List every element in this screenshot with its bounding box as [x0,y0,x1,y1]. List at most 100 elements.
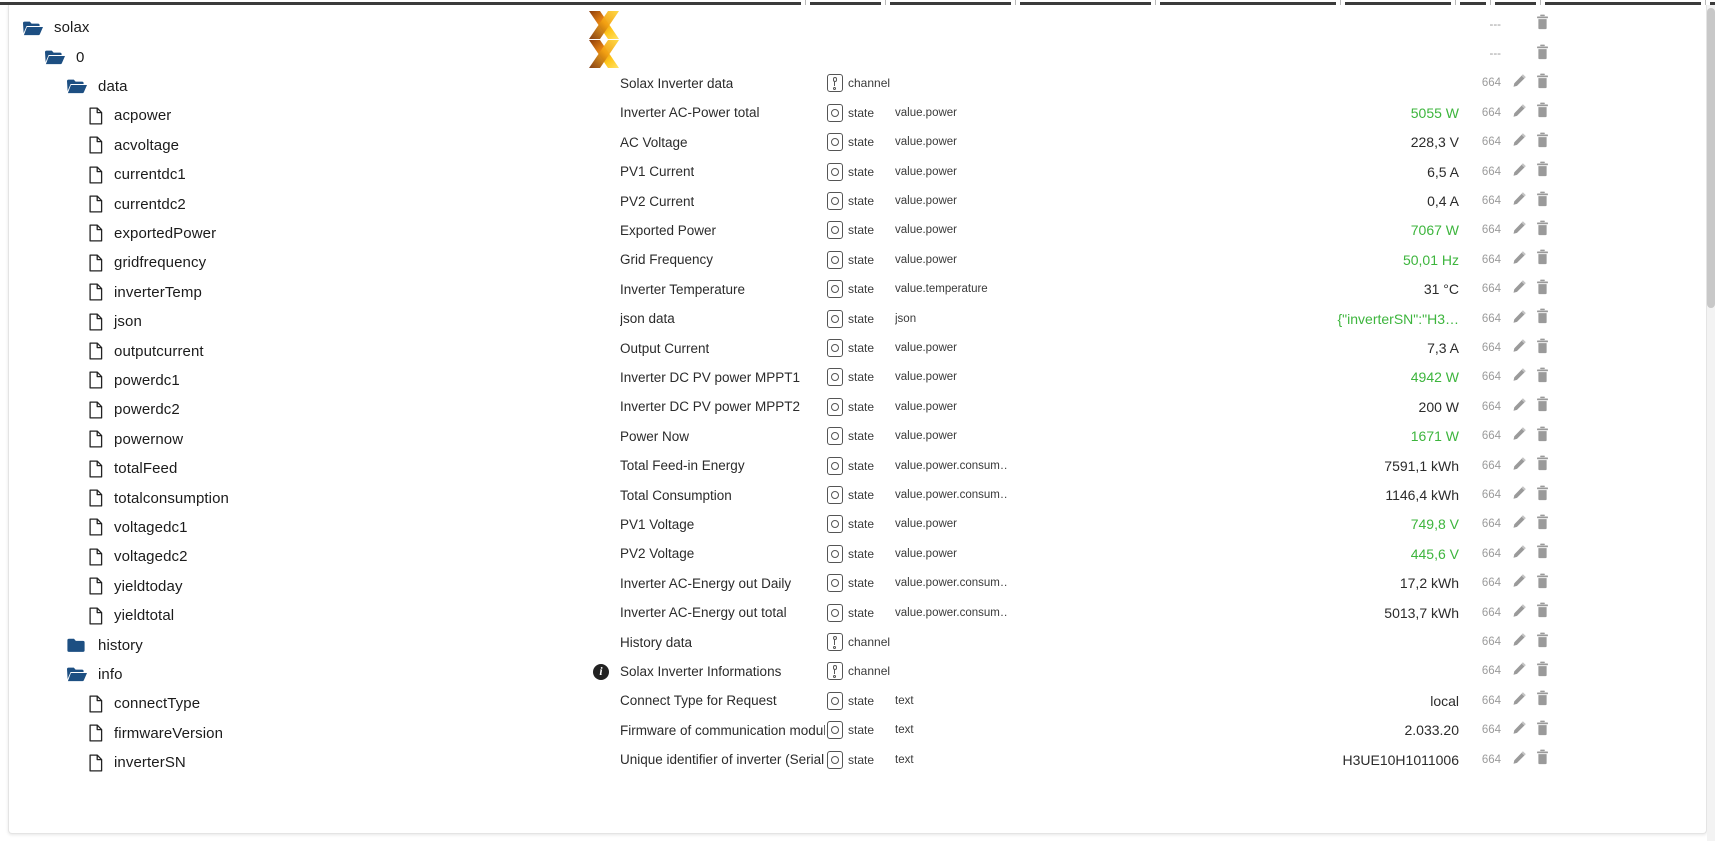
table-row[interactable]: Output Current state value.power 7,3 A 664 [9,333,1706,362]
edit-button[interactable] [1510,216,1529,245]
tree-item-totalfeed[interactable]: totalFeed [89,454,177,483]
edit-button[interactable] [1510,245,1529,274]
delete-button[interactable] [1533,98,1552,127]
table-row[interactable]: PV1 Current state value.power 6,5 A 664 [9,157,1706,186]
edit-button[interactable] [1510,69,1529,98]
tree-item-outputcurrent[interactable]: outputcurrent [89,336,204,365]
table-row[interactable]: json data state json {"inverterSN":"H3… 664 [9,304,1706,333]
tree-item-history[interactable]: history [67,630,143,659]
edit-button[interactable] [1510,422,1529,451]
delete-button[interactable] [1533,216,1552,245]
delete-button[interactable] [1533,627,1552,656]
tree-item-data[interactable]: data [67,72,128,101]
table-row[interactable]: Inverter AC-Energy out total state value.p… [9,598,1706,627]
vertical-scrollbar-thumb[interactable] [1707,8,1715,308]
delete-button[interactable] [1533,304,1552,333]
tree-item-invertersn[interactable]: inverterSN [89,748,186,777]
delete-button[interactable] [1533,539,1552,568]
edit-button[interactable] [1510,128,1529,157]
table-row[interactable]: i Solax Inverter Informations channel 664 [9,657,1706,686]
table-row[interactable]: PV2 Voltage state value.power 445,6 V 664 [9,539,1706,568]
table-row[interactable]: Solax Inverter data channel 664 [9,69,1706,98]
delete-button[interactable] [1533,363,1552,392]
delete-button[interactable] [1533,392,1552,421]
table-row[interactable]: --- [9,39,1706,69]
tree-item-json[interactable]: json [89,307,142,336]
tree-item-acvoltage[interactable]: acvoltage [89,131,179,160]
table-row[interactable]: Inverter Temperature state value.temperatu… [9,275,1706,304]
edit-button[interactable] [1510,333,1529,362]
edit-button[interactable] [1510,275,1529,304]
column-resize-handle-3[interactable] [1151,0,1160,5]
delete-button[interactable] [1533,598,1552,627]
delete-button[interactable] [1533,510,1552,539]
tree-item-gridfrequency[interactable]: gridfrequency [89,248,206,277]
column-resize-handle-4[interactable] [1336,0,1345,5]
column-resize-handle-2[interactable] [1011,0,1020,5]
table-row[interactable]: PV2 Current state value.power 0,4 A 664 [9,186,1706,215]
tree-item-currentdc1[interactable]: currentdc1 [89,160,186,189]
table-row[interactable]: History data channel 664 [9,627,1706,656]
table-row[interactable]: Inverter AC-Energy out Daily state value.p… [9,569,1706,598]
tree-item-totalconsumption[interactable]: totalconsumption [89,483,229,512]
table-row[interactable]: Connect Type for Request state text local 66… [9,686,1706,715]
tree-item-powerdc1[interactable]: powerdc1 [89,366,180,395]
edit-button[interactable] [1510,716,1529,745]
edit-button[interactable] [1510,363,1529,392]
tree-item-acpower[interactable]: acpower [89,101,171,130]
delete-button[interactable] [1533,716,1552,745]
table-row[interactable]: --- [9,10,1706,39]
tree-item-voltagedc1[interactable]: voltagedc1 [89,513,188,542]
edit-button[interactable] [1510,157,1529,186]
column-resize-handle-8[interactable] [1701,0,1710,5]
column-resize-handle-0[interactable] [801,0,810,5]
table-row[interactable]: Inverter DC PV power MPPT1 state value.pow… [9,363,1706,392]
table-row[interactable]: Total Feed-in Energy state value.power.con… [9,451,1706,480]
delete-button[interactable] [1533,422,1552,451]
delete-button[interactable] [1533,275,1552,304]
column-resize-handle-7[interactable] [1536,0,1545,5]
delete-button[interactable] [1533,128,1552,157]
delete-button[interactable] [1533,569,1552,598]
edit-button[interactable] [1510,745,1529,774]
table-row[interactable]: Grid Frequency state value.power 50,01 Hz 66… [9,245,1706,274]
tree-item-info[interactable]: info [67,660,123,689]
column-resize-handle-5[interactable] [1451,0,1460,5]
column-resize-handle-6[interactable] [1486,0,1495,5]
table-row[interactable]: Power Now state value.power 1671 W 664 [9,422,1706,451]
edit-button[interactable] [1510,186,1529,215]
edit-button[interactable] [1510,569,1529,598]
delete-button[interactable] [1533,10,1552,39]
table-row[interactable]: Firmware of communication module state tex… [9,716,1706,745]
tree-item-invertertemp[interactable]: inverterTemp [89,278,202,307]
tree-item-yieldtotal[interactable]: yieldtotal [89,601,174,630]
column-resize-handle-1[interactable] [881,0,890,5]
delete-button[interactable] [1533,157,1552,186]
delete-button[interactable] [1533,186,1552,215]
table-row[interactable]: Inverter DC PV power MPPT2 state value.pow… [9,392,1706,421]
edit-button[interactable] [1510,657,1529,686]
edit-button[interactable] [1510,98,1529,127]
table-row[interactable]: AC Voltage state value.power 228,3 V 664 [9,128,1706,157]
edit-button[interactable] [1510,392,1529,421]
tree-item-powernow[interactable]: powernow [89,425,183,454]
tree-item-connecttype[interactable]: connectType [89,689,200,718]
edit-button[interactable] [1510,686,1529,715]
tree-item-yieldtoday[interactable]: yieldtoday [89,572,183,601]
delete-button[interactable] [1533,451,1552,480]
tree-item-currentdc2[interactable]: currentdc2 [89,189,186,218]
edit-button[interactable] [1510,510,1529,539]
info-icon[interactable]: i [593,664,609,681]
delete-button[interactable] [1533,480,1552,509]
edit-button[interactable] [1510,304,1529,333]
edit-button[interactable] [1510,451,1529,480]
delete-button[interactable] [1533,245,1552,274]
edit-button[interactable] [1510,627,1529,656]
delete-button[interactable] [1533,69,1552,98]
delete-button[interactable] [1533,745,1552,774]
edit-button[interactable] [1510,480,1529,509]
delete-button[interactable] [1533,333,1552,362]
delete-button[interactable] [1533,39,1552,68]
delete-button[interactable] [1533,686,1552,715]
table-row[interactable]: Inverter AC-Power total state value.power 5… [9,98,1706,127]
